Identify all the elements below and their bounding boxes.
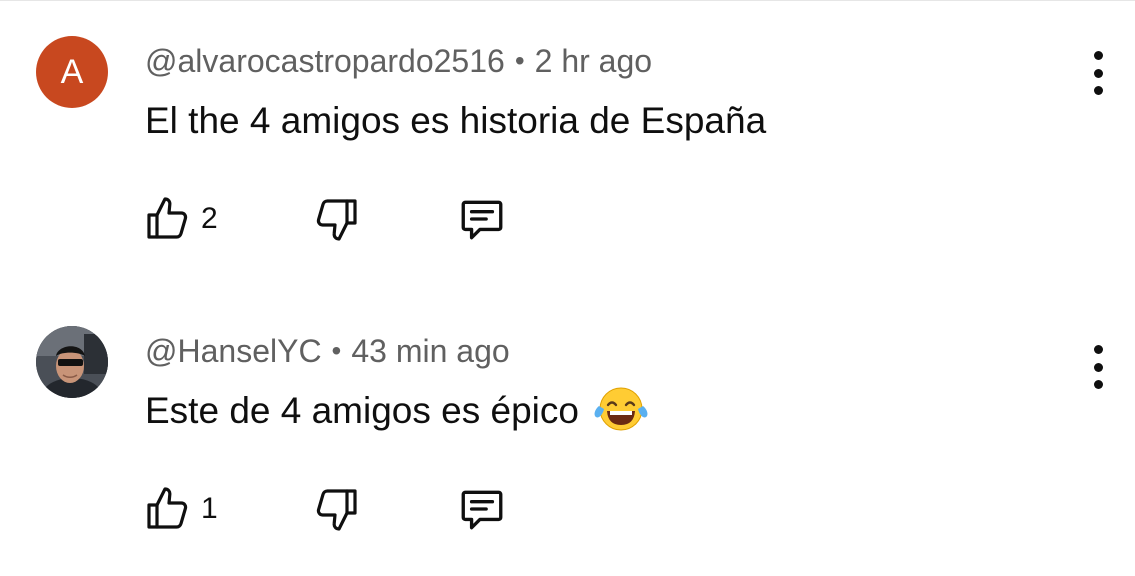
more-vertical-icon [1093,345,1103,354]
comment-meta: @alvarocastropardo2516 • 2 hr ago [145,41,652,83]
more-vertical-icon [1093,51,1103,60]
comment-time: 43 min ago [351,333,510,369]
user-photo-avatar [36,326,108,398]
thumbs-down-icon [316,199,357,241]
thumbs-up-icon [147,197,188,239]
like-count: 2 [201,202,218,235]
face-with-tears-of-joy-emoji [593,386,649,432]
thumbs-down-icon [316,489,357,531]
meta-separator: • [514,45,525,76]
like-button[interactable]: 1 [143,484,218,534]
comment-item: A @alvarocastropardo2516 • 2 hr ago El the… [0,0,1135,270]
dislike-button[interactable] [313,194,361,244]
reply-button[interactable] [457,194,507,244]
more-options-button[interactable] [1082,51,1114,95]
avatar[interactable]: A [36,36,108,108]
comment-time: 2 hr ago [534,43,653,79]
comment-text: Este de 4 amigos es épico [145,386,649,436]
reply-comment-icon [461,490,503,530]
comment-actions: 2 [143,194,543,244]
comment-text-content: El the 4 amigos es historia de España [145,100,767,141]
comment-item: @HanselYC • 43 min ago Este de 4 amigos es… [0,290,1135,560]
reply-button[interactable] [457,484,507,534]
dislike-button[interactable] [313,484,361,534]
comment-author[interactable]: @alvarocastropardo2516 [145,43,505,79]
reply-comment-icon [461,200,503,240]
comment-meta: @HanselYC • 43 min ago [145,331,510,373]
avatar-letter: A [60,52,84,91]
more-options-button[interactable] [1082,345,1114,389]
avatar[interactable] [36,326,108,398]
like-button[interactable]: 2 [143,194,218,244]
comment-author[interactable]: @HanselYC [145,333,322,369]
like-count: 1 [201,492,218,525]
meta-separator: • [331,335,342,366]
comment-text: El the 4 amigos es historia de España [145,98,766,144]
thumbs-up-icon [147,487,188,529]
comment-text-content: Este de 4 amigos es épico [145,390,579,431]
comment-actions: 1 [143,484,543,534]
